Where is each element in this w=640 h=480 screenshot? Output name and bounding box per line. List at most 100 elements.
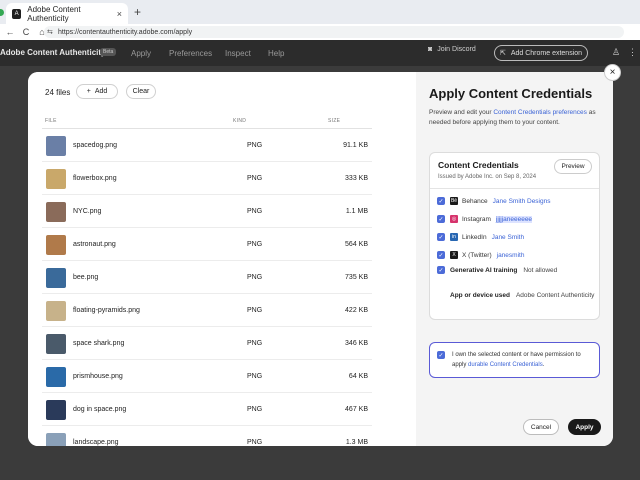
credentials-panel: Apply Content Credentials Preview and ed… [416, 72, 613, 446]
file-row[interactable]: floating-pyramids.png PNG 422 KB [42, 294, 372, 327]
ai-training-checkbox[interactable]: ✓ [437, 266, 445, 274]
file-kind: PNG [247, 142, 263, 149]
consent-text: I own the selected content or have permi… [452, 350, 595, 370]
file-thumbnail [46, 400, 66, 420]
file-name: landscape.png [73, 439, 119, 446]
file-kind: PNG [247, 175, 263, 182]
clear-files-button[interactable]: Clear [126, 84, 156, 99]
nav-apply[interactable]: Apply [131, 49, 151, 58]
social-platform-icon: X [450, 251, 458, 259]
close-modal-button[interactable]: × [604, 64, 621, 81]
column-header-kind[interactable]: KIND [233, 118, 246, 124]
file-name: dog in space.png [73, 406, 127, 413]
file-size: 1.3 MB [345, 439, 368, 446]
nav-help[interactable]: Help [268, 49, 284, 58]
file-thumbnail [46, 367, 66, 387]
tab-close-icon[interactable]: × [117, 9, 122, 19]
file-kind: PNG [247, 340, 263, 347]
file-thumbnail [46, 433, 66, 446]
credential-value[interactable]: jjjjjaneeeeee [495, 215, 533, 223]
credential-checkbox[interactable]: ✓ [437, 233, 445, 241]
file-kind: PNG [247, 208, 263, 215]
file-thumbnail [46, 202, 66, 222]
credential-platform: X (Twitter) [462, 251, 492, 259]
account-icon[interactable]: ♙ [612, 47, 620, 58]
file-row[interactable]: dog in space.png PNG 467 KB [42, 393, 372, 426]
card-divider [430, 188, 599, 189]
browser-tab[interactable]: A Adobe Content Authenticity × [6, 3, 128, 24]
file-kind: PNG [247, 406, 263, 413]
preferences-link[interactable]: Content Credentials preferences [493, 109, 587, 116]
ownership-checkbox[interactable]: ✓ [437, 351, 445, 359]
apps-grid-icon[interactable]: ⋮⋮ [628, 47, 640, 58]
address-bar[interactable]: ⇆ https://contentauthenticity.adobe.com/… [44, 26, 624, 38]
file-row[interactable]: prismhouse.png PNG 64 KB [42, 360, 372, 393]
adobe-favicon-icon: A [12, 8, 22, 19]
file-size: 735 KB [345, 274, 368, 281]
column-header-size[interactable]: SIZE [328, 118, 340, 124]
file-thumbnail [46, 268, 66, 288]
browser-tab-title: Adobe Content Authenticity [27, 4, 81, 23]
back-icon[interactable]: ← [4, 27, 16, 37]
apply-button[interactable]: Apply [568, 419, 601, 435]
add-files-button[interactable]: + Add [76, 84, 118, 99]
app-brand: Adobe Content Authenticity [0, 48, 106, 57]
social-platform-icon: ◎ [450, 215, 458, 223]
preview-button[interactable]: Preview [554, 159, 592, 174]
file-name: floating-pyramids.png [73, 307, 140, 314]
site-info-icon[interactable]: ⇆ [47, 28, 53, 36]
device-label: App or device used [450, 291, 510, 299]
credential-platform: Instagram [462, 215, 491, 223]
social-platform-icon: Bē [450, 197, 458, 205]
file-name: NYC.png [73, 208, 102, 215]
credential-value[interactable]: Jane Smith Designs [493, 198, 551, 205]
join-discord-label: Join Discord [437, 46, 476, 53]
file-row[interactable]: astronaut.png PNG 564 KB [42, 228, 372, 261]
file-row[interactable]: space shark.png PNG 346 KB [42, 327, 372, 360]
file-size: 467 KB [345, 406, 368, 413]
credential-platform: Behance [462, 197, 488, 205]
credential-value[interactable]: janesmith [497, 252, 525, 259]
file-name: astronaut.png [73, 241, 116, 248]
file-name: space shark.png [73, 340, 125, 347]
credential-checkbox[interactable]: ✓ [437, 215, 445, 223]
credential-checkbox[interactable]: ✓ [437, 251, 445, 259]
file-row[interactable]: spacedog.png PNG 91.1 KB [42, 129, 372, 162]
browser-tab-bar: A Adobe Content Authenticity × + [0, 0, 640, 24]
device-row: App or device used Adobe Content Authent… [450, 290, 594, 300]
panel-title: Apply Content Credentials [429, 86, 593, 101]
file-thumbnail [46, 169, 66, 189]
credential-value[interactable]: Jane Smith [492, 234, 525, 241]
join-discord-link[interactable]: ◙ Join Discord [428, 46, 476, 53]
add-chrome-extension-button[interactable]: ⇱ Add Chrome extension [494, 45, 588, 61]
reload-icon[interactable]: C [20, 27, 32, 37]
ownership-consent-box: ✓ I own the selected content or have per… [429, 342, 600, 378]
file-size: 422 KB [345, 307, 368, 314]
file-kind: PNG [247, 439, 263, 446]
credential-checkbox[interactable]: ✓ [437, 197, 445, 205]
file-name: spacedog.png [73, 142, 117, 149]
credential-row: ✓ ◎ Instagram jjjjjaneeeeee [437, 214, 533, 224]
file-row[interactable]: NYC.png PNG 1.1 MB [42, 195, 372, 228]
window-control-icon[interactable] [0, 9, 4, 16]
cancel-button[interactable]: Cancel [523, 419, 559, 435]
durable-credentials-link[interactable]: durable Content Credentials [468, 362, 543, 368]
new-tab-button[interactable]: + [134, 5, 141, 19]
beta-badge: Beta [100, 48, 117, 56]
nav-preferences[interactable]: Preferences [169, 49, 212, 58]
credential-row: ✓ Bē Behance Jane Smith Designs [437, 196, 550, 206]
add-label: Add [94, 88, 108, 95]
file-row[interactable]: landscape.png PNG 1.3 MB [42, 426, 372, 446]
url-text: https://contentauthenticity.adobe.com/ap… [58, 28, 193, 36]
credential-row: ✓ in LinkedIn Jane Smith [437, 232, 524, 242]
nav-inspect[interactable]: Inspect [225, 49, 251, 58]
file-thumbnail [46, 301, 66, 321]
file-row[interactable]: bee.png PNG 735 KB [42, 261, 372, 294]
device-value: Adobe Content Authenticity [515, 291, 595, 299]
apply-credentials-modal: 24 files + Add Clear FILE KIND SIZE spac… [28, 72, 613, 446]
file-row[interactable]: flowerbox.png PNG 333 KB [42, 162, 372, 195]
credential-platform: LinkedIn [462, 233, 487, 241]
file-name: prismhouse.png [73, 373, 123, 380]
ai-training-value: Not allowed [523, 266, 558, 274]
column-header-file[interactable]: FILE [45, 118, 57, 124]
